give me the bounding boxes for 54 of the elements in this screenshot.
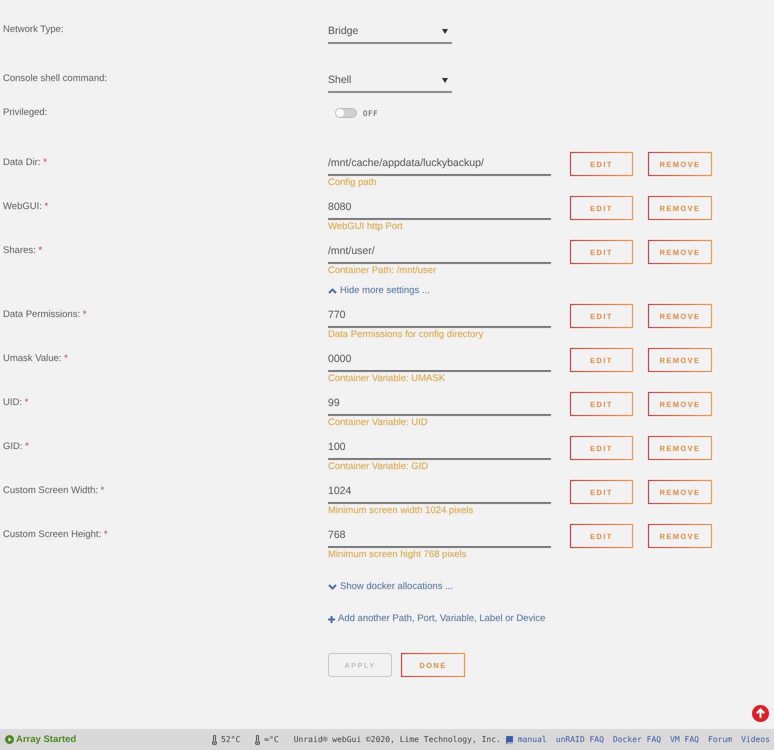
field-label: Shares: * xyxy=(3,244,42,258)
field-description: Data Permissions for config directory xyxy=(328,328,484,341)
field-label: Custom Screen Width: * xyxy=(3,484,104,498)
copyright-text: Unraid® webGui ©2020, Lime Technology, Inc. xyxy=(294,735,501,744)
field-label: Data Dir: * xyxy=(3,156,47,170)
field-label: Data Permissions: * xyxy=(3,308,86,322)
input-field[interactable]: 8080 xyxy=(328,199,551,220)
dropdown[interactable]: Bridge xyxy=(328,22,452,44)
field-label: Umask Value: * xyxy=(3,352,68,366)
field-description: WebGUI http Port xyxy=(328,220,403,233)
field-label: WebGUI: * xyxy=(3,200,48,214)
field-description: Container Variable: GID xyxy=(328,460,428,473)
caret-icon xyxy=(442,28,448,34)
arrow-up-circle-icon[interactable] xyxy=(752,705,769,722)
play-circle-icon xyxy=(5,735,14,744)
caret-icon xyxy=(442,78,448,82)
thermometer-icon xyxy=(212,734,218,744)
footer-link[interactable]: Videos xyxy=(741,735,770,744)
input-field[interactable]: 768 xyxy=(328,527,551,548)
field-label: Console shell command: xyxy=(3,72,108,86)
input-field[interactable]: 770 xyxy=(328,307,551,328)
field-label: GID: * xyxy=(3,440,29,454)
plus-icon xyxy=(328,616,335,622)
temperature-reading: ∞°C xyxy=(264,735,279,744)
footer-link[interactable]: manual xyxy=(506,735,547,744)
thermometer-icon xyxy=(255,734,260,744)
field-label: Privileged: xyxy=(3,106,48,120)
field-label: Custom Screen Height: * xyxy=(3,528,108,542)
input-field[interactable]: /mnt/cache/appdata/luckybackup/ xyxy=(328,155,551,176)
input-field[interactable]: /mnt/user/ xyxy=(328,243,551,264)
field-label: Network Type: xyxy=(3,23,64,37)
field-description: Config path xyxy=(328,176,377,189)
add-link[interactable]: Add another Path, Port, Variable, Label or Device xyxy=(328,613,546,625)
temperature-reading: 52°C xyxy=(221,735,240,744)
footer-link[interactable]: Forum xyxy=(708,735,732,744)
book-icon xyxy=(506,736,513,744)
field-label: UID: * xyxy=(3,396,28,410)
footer-link[interactable]: unRAID FAQ xyxy=(556,735,604,744)
input-field[interactable]: 1024 xyxy=(328,483,551,504)
field-description: Container Variable: UID xyxy=(328,416,428,429)
toggle-switch[interactable] xyxy=(335,108,357,118)
hide-settings-link[interactable]: Hide more settings ... xyxy=(328,285,430,297)
field-description: Minimum screen width 1024 pixels xyxy=(328,504,474,517)
dropdown[interactable]: Shell xyxy=(328,71,452,93)
show-allocations-link[interactable]: Show docker allocations ... xyxy=(328,581,454,593)
input-field[interactable]: 0000 xyxy=(328,351,551,372)
field-description: Container Path: /mnt/user xyxy=(328,264,436,277)
array-status: Array Started xyxy=(16,734,76,745)
footer-link[interactable]: Docker FAQ xyxy=(612,735,662,744)
field-description: Container Variable: UMASK xyxy=(328,372,446,385)
input-field[interactable]: 100 xyxy=(328,439,551,460)
field-description: Minimum screen hight 768 pixels xyxy=(328,548,466,561)
input-field[interactable]: 99 xyxy=(328,395,551,416)
footer-link[interactable]: VM FAQ xyxy=(670,735,699,744)
